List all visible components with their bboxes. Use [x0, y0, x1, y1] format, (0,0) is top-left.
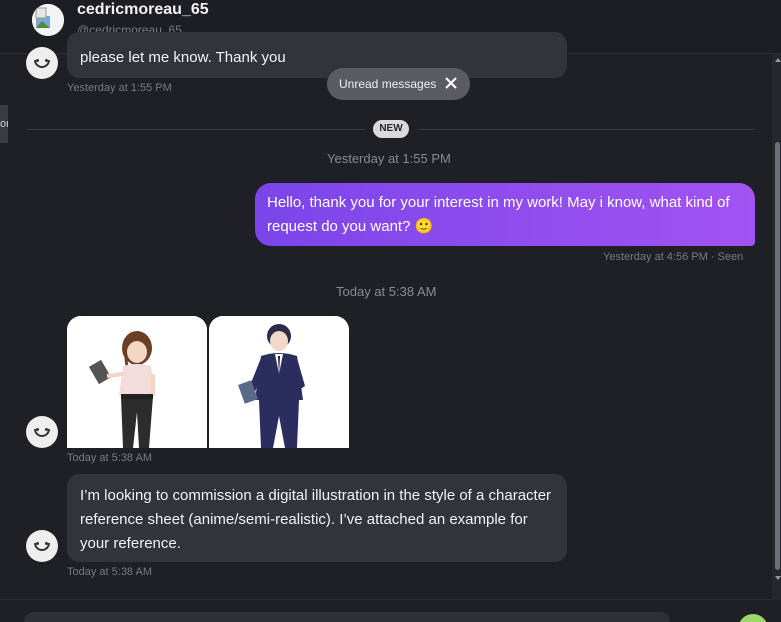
- date-separator: Yesterday at 1:55 PM: [327, 151, 451, 166]
- sender-avatar[interactable]: [26, 47, 58, 79]
- image-attachment[interactable]: [209, 316, 349, 448]
- date-separator: Today at 5:38 AM: [336, 284, 437, 299]
- message-text: I’m looking to commission a digital illu…: [80, 487, 552, 552]
- message-text: Hello, thank you for your interest in my…: [267, 194, 730, 235]
- scroll-up-arrow-icon[interactable]: [775, 58, 781, 62]
- unread-label: Unread messages: [339, 77, 437, 91]
- smiley-avatar-icon: [34, 429, 50, 437]
- broken-image-icon: [32, 4, 64, 36]
- message-timestamp: Today at 5:38 AM: [67, 452, 152, 464]
- close-icon[interactable]: [444, 76, 458, 90]
- new-divider-line: [418, 129, 755, 130]
- message-text: please let me know. Thank you: [80, 49, 286, 66]
- image-attachment[interactable]: [67, 316, 207, 448]
- incoming-message[interactable]: I’m looking to commission a digital illu…: [67, 474, 567, 562]
- character-illustration-female: [67, 316, 207, 448]
- profile-name[interactable]: cedricmoreau_65: [77, 1, 209, 19]
- new-badge: NEW: [373, 120, 409, 138]
- scrollbar-thumb[interactable]: [775, 142, 780, 570]
- message-status: Yesterday at 4:56 PM · Seen: [603, 251, 744, 263]
- sender-avatar[interactable]: [26, 530, 58, 562]
- outgoing-message[interactable]: Hello, thank you for your interest in my…: [255, 183, 755, 246]
- scroll-down-arrow-icon[interactable]: [775, 576, 781, 580]
- message-input[interactable]: [24, 612, 670, 622]
- composer-divider: [0, 599, 772, 600]
- send-button[interactable]: [738, 614, 768, 622]
- character-illustration-male: [209, 316, 349, 448]
- smiley-avatar-icon: [34, 543, 50, 551]
- sender-avatar[interactable]: [26, 416, 58, 448]
- message-timestamp: Yesterday at 1:55 PM: [67, 82, 172, 94]
- side-tab[interactable]: or: [0, 105, 8, 143]
- incoming-message[interactable]: please let me know. Thank you: [67, 32, 567, 78]
- smiley-avatar-icon: [34, 60, 50, 68]
- profile-avatar[interactable]: [32, 4, 64, 36]
- message-timestamp: Today at 5:38 AM: [67, 566, 152, 578]
- unread-messages-pill[interactable]: Unread messages: [327, 68, 470, 100]
- new-divider-line: [27, 129, 365, 130]
